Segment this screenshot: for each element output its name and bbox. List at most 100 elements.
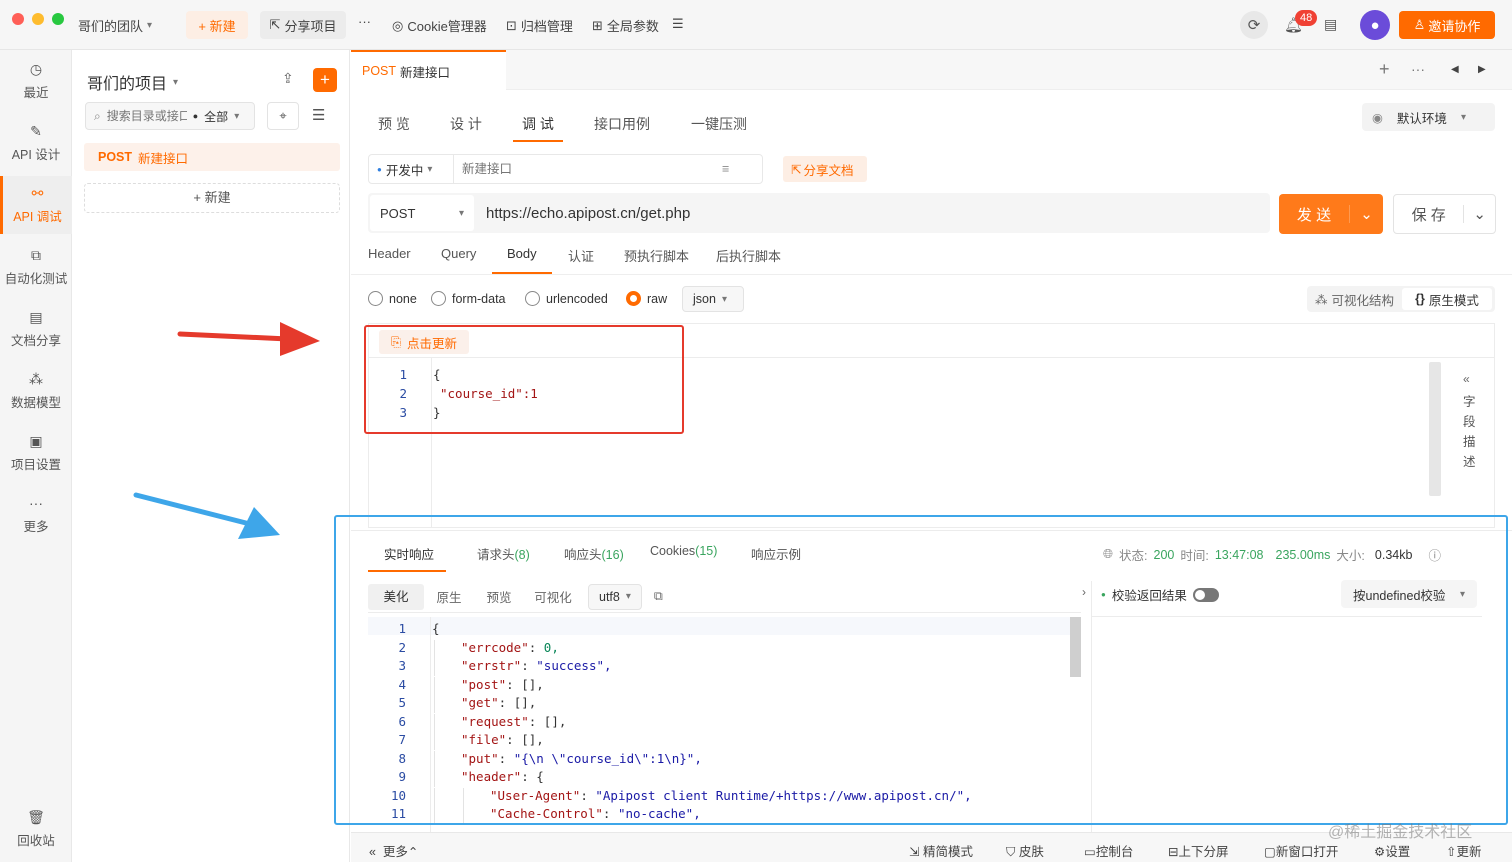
- method-tag: POST: [362, 64, 397, 78]
- prev-tab-icon[interactable]: ◀: [1451, 64, 1459, 75]
- maximize-window-button[interactable]: [52, 13, 64, 25]
- nav-item-data-model[interactable]: ⁂ 数据模型: [0, 362, 72, 420]
- console-button[interactable]: ▭控制台: [1084, 841, 1133, 860]
- more-menu-button[interactable]: ···: [358, 14, 371, 29]
- minimize-window-button[interactable]: [32, 13, 44, 25]
- new-window-button[interactable]: ▢新窗口打开: [1264, 841, 1338, 860]
- request-tab-label: 新建接口: [400, 65, 451, 80]
- share-project-label: 分享项目: [284, 18, 337, 34]
- radio-form-data[interactable]: form-data: [431, 291, 506, 306]
- red-arrow-icon: [177, 322, 320, 356]
- nav-item-recent[interactable]: ◷ 最近: [0, 52, 72, 110]
- tab-preview[interactable]: 预 览: [378, 114, 410, 134]
- api-name-input[interactable]: [462, 162, 722, 176]
- nav-item-automation[interactable]: ⧉ 自动化测试: [0, 238, 72, 296]
- chevron-down-icon: ▾: [721, 293, 727, 305]
- split-button[interactable]: ⊟上下分屏: [1168, 841, 1229, 860]
- watermark: @稀土掘金技术社区: [1328, 824, 1473, 841]
- tree-item-new-api[interactable]: POST 新建接口: [84, 143, 340, 171]
- tab-pre-script[interactable]: 预执行脚本: [624, 246, 689, 265]
- nav-item-project-settings[interactable]: ▣ 项目设置: [0, 424, 72, 482]
- filter-select[interactable]: 全部: [204, 108, 228, 125]
- project-panel: 哥们的项目 ▾ ⇪ + ⌕ ● 全部 ▾ ⌖ ☰ POST 新建接口 + 新建: [72, 50, 350, 862]
- more-tabs-icon[interactable]: ···: [1411, 61, 1425, 77]
- method-select[interactable]: POST ▾: [370, 195, 474, 231]
- radio-urlencoded[interactable]: urlencoded: [525, 291, 608, 306]
- tab-test-cases[interactable]: 接口用例: [594, 114, 650, 134]
- share-icon: ⇱: [269, 17, 281, 32]
- invite-button[interactable]: ♙ 邀请协作: [1399, 11, 1495, 39]
- nav-item-trash[interactable]: 🗑︎ 回收站: [0, 800, 72, 858]
- tab-strip: [351, 50, 1512, 90]
- visual-mode-button[interactable]: ⁂ 可视化结构: [1307, 286, 1402, 312]
- flow-icon: ⧉: [31, 246, 41, 263]
- send-button[interactable]: 发 送 ⌄: [1279, 194, 1383, 234]
- field-description-panel[interactable]: 字 段 描 述: [1463, 392, 1477, 472]
- avatar[interactable]: ●: [1360, 10, 1390, 40]
- split-icon: ⊟: [1168, 845, 1179, 859]
- top-bar: 哥们的团队 ▾ + 新建 ⇱ 分享项目 ··· ◎ Cookie管理器 ⊡ 归档…: [0, 0, 1512, 50]
- chevron-down-icon: ▾: [1460, 111, 1466, 123]
- gear-icon: ⚙: [1374, 845, 1386, 859]
- tab-auth[interactable]: 认证: [568, 246, 594, 265]
- save-button[interactable]: 保 存 ⌄: [1393, 194, 1496, 234]
- console-icon: ▭: [1084, 845, 1096, 859]
- notes-icon[interactable]: ▤: [1324, 16, 1337, 33]
- project-title[interactable]: 哥们的项目 ▾: [87, 70, 178, 94]
- braces-icon: {}: [1415, 292, 1425, 306]
- description-icon[interactable]: ≡: [722, 162, 729, 176]
- share-project-button[interactable]: ⇱ 分享项目: [260, 11, 346, 39]
- chevron-down-icon[interactable]: ⌄: [1463, 205, 1495, 223]
- nav-item-api-debug[interactable]: ⚯ API 调试: [0, 176, 72, 234]
- doc-icon: ▤: [29, 308, 43, 325]
- nav-item-api-design[interactable]: ✎ API 设计: [0, 114, 72, 172]
- add-tab-icon[interactable]: +: [1379, 59, 1390, 80]
- radio-raw[interactable]: raw: [626, 291, 667, 306]
- collapse-panel-icon[interactable]: «: [1463, 372, 1470, 386]
- update-button[interactable]: ⇧更新: [1446, 841, 1482, 860]
- status-select[interactable]: ● 开发中 ▾: [369, 155, 454, 183]
- tab-header[interactable]: Header: [368, 246, 411, 261]
- sync-icon[interactable]: ⟳: [1240, 11, 1268, 39]
- environment-select[interactable]: ◉ 默认环境 ▾: [1362, 103, 1495, 131]
- tab-query[interactable]: Query: [441, 246, 476, 261]
- nav-item-doc-share[interactable]: ▤ 文档分享: [0, 300, 72, 358]
- nav-item-more[interactable]: ··· 更多: [0, 486, 72, 544]
- tab-debug[interactable]: 调 试: [522, 114, 554, 134]
- search-input[interactable]: [106, 109, 187, 123]
- archive-icon: ⊡: [506, 17, 517, 33]
- cookie-icon: ◎: [392, 17, 404, 33]
- cookie-manager-button[interactable]: ◎ Cookie管理器: [392, 16, 487, 35]
- new-button[interactable]: + 新建: [186, 11, 248, 39]
- tree-new-button[interactable]: + 新建: [84, 183, 340, 213]
- archive-button[interactable]: ⊡ 归档管理: [506, 16, 573, 35]
- import-icon[interactable]: ⇪: [282, 70, 294, 87]
- url-input[interactable]: [486, 204, 1186, 222]
- tab-design[interactable]: 设 计: [450, 114, 482, 134]
- body-format-select[interactable]: json ▾: [682, 286, 744, 312]
- team-selector[interactable]: 哥们的团队 ▾: [78, 16, 152, 35]
- settings-button[interactable]: ⚙设置: [1374, 841, 1410, 860]
- api-meta-row: ● 开发中 ▾ ≡: [368, 154, 763, 184]
- add-button[interactable]: +: [313, 68, 337, 92]
- chevron-down-icon[interactable]: ⌄: [1349, 205, 1383, 223]
- team-name: 哥们的团队: [78, 19, 144, 34]
- skin-button[interactable]: ⛉ 皮肤: [1006, 841, 1044, 860]
- request-tab[interactable]: POST 新建接口: [351, 50, 506, 90]
- scrollbar[interactable]: [1429, 362, 1441, 496]
- simple-mode-button[interactable]: ⇲ 精简模式: [909, 841, 973, 860]
- next-tab-icon[interactable]: ▶: [1478, 64, 1486, 75]
- expand-collapse-icon[interactable]: ☰: [312, 106, 325, 124]
- tab-body[interactable]: Body: [507, 246, 537, 261]
- raw-mode-button[interactable]: {} 原生模式: [1402, 288, 1492, 310]
- collapse-menu-icon[interactable]: ☰: [672, 16, 684, 32]
- global-params-button[interactable]: ⊞ 全局参数: [592, 16, 659, 35]
- close-window-button[interactable]: [12, 13, 24, 25]
- radio-none[interactable]: none: [368, 291, 417, 306]
- status-more-button[interactable]: « 更多⌃: [369, 841, 418, 860]
- compress-icon: ⇲: [909, 845, 920, 859]
- tab-post-script[interactable]: 后执行脚本: [716, 246, 781, 265]
- tab-stress-test[interactable]: 一键压测: [691, 114, 747, 134]
- locate-icon[interactable]: ⌖: [267, 102, 299, 130]
- share-doc-button[interactable]: ⇱ 分享文档: [783, 156, 867, 182]
